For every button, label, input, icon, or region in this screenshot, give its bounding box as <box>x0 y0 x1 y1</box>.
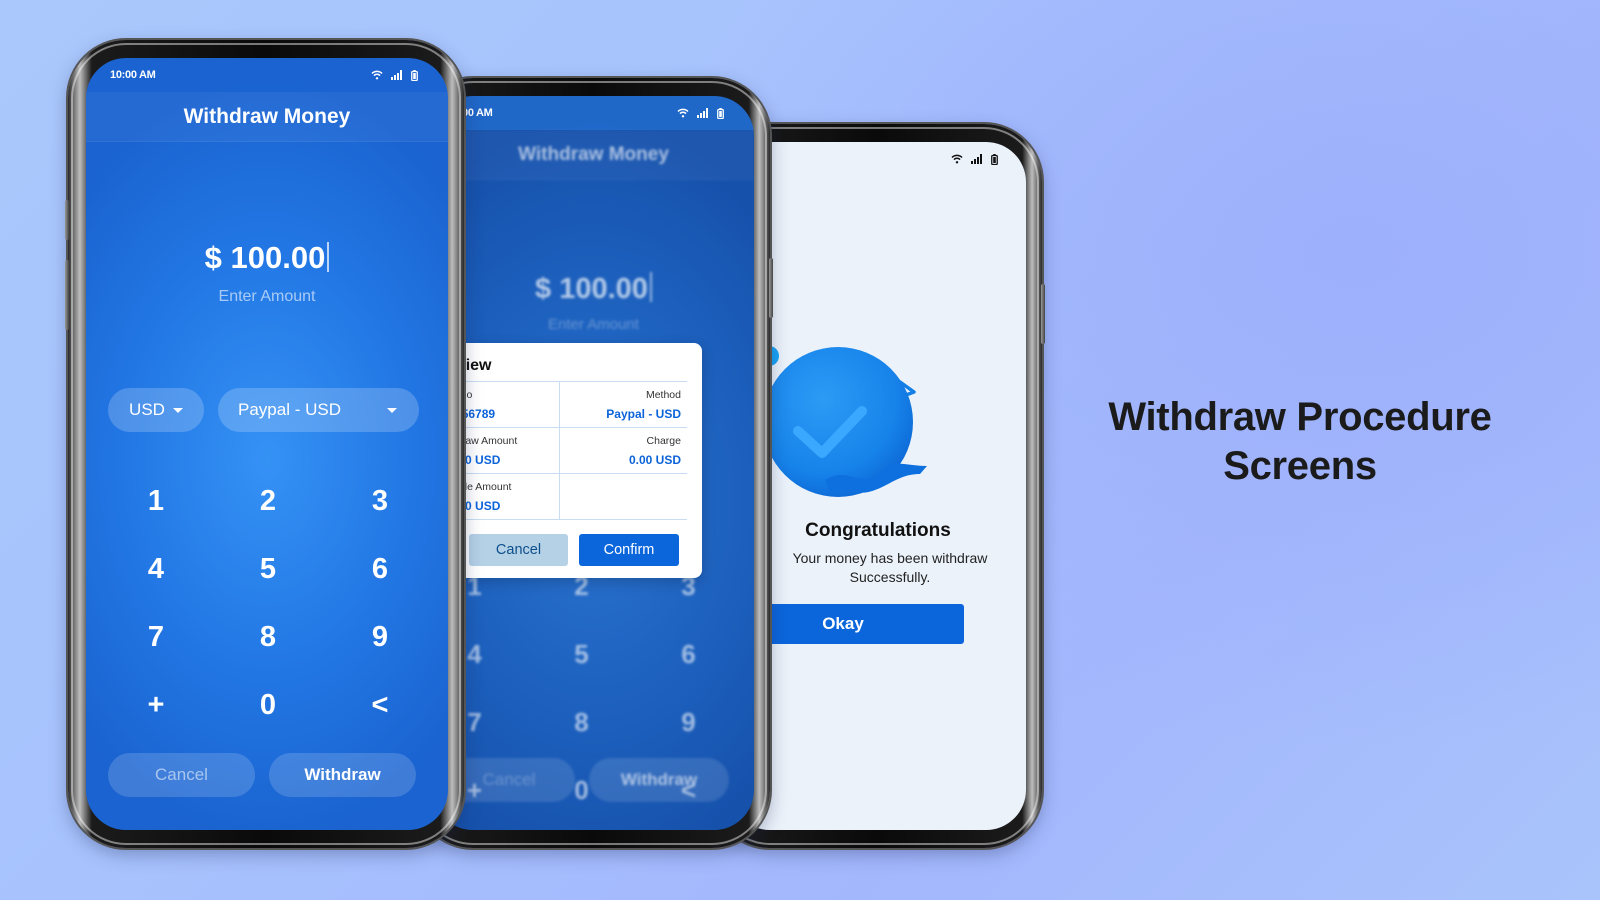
headline: Withdraw Procedure Screens <box>1090 393 1510 491</box>
keypad: 1 2 3 4 5 6 7 8 9 +0 < <box>100 467 436 739</box>
status-bar: 10:00 AM <box>86 58 448 92</box>
side-button <box>769 258 773 318</box>
battery-icon <box>991 153 998 165</box>
preview-dialog: Preview TRX No123456789 MethodPaypal - U… <box>433 343 702 578</box>
status-time: 10:00 AM <box>110 69 156 81</box>
volume-button <box>65 200 69 240</box>
amount-display: $ 100.00 <box>433 272 754 306</box>
preview-row: Withdraw Amount 100.00 USD Charge 0.00 USD <box>433 428 687 474</box>
charge-value: 0.00 USD <box>628 453 681 467</box>
preview-cancel-button[interactable]: Cancel <box>469 534 568 566</box>
page-title: Withdraw Money <box>433 130 754 180</box>
phone-withdraw-screen: 10:00 AM Withdraw Money $ 100.00 Enter A… <box>65 40 464 848</box>
wifi-icon <box>951 154 963 164</box>
keypad-key[interactable]: 9 <box>324 603 436 671</box>
preview-table: TRX No123456789 MethodPaypal - USD Withd… <box>433 381 687 520</box>
keypad-key[interactable]: < <box>324 671 436 739</box>
side-button <box>1041 284 1045 344</box>
signal-icon <box>391 70 402 80</box>
keypad-key[interactable]: 2 <box>212 467 324 535</box>
keypad-key[interactable]: 5 <box>212 535 324 603</box>
headline-line1: Withdraw Procedure <box>1108 395 1492 439</box>
chevron-down-icon <box>387 407 397 413</box>
success-message-line1: Your money has been withdraw <box>792 550 988 566</box>
withdraw-button[interactable]: Withdraw <box>589 758 729 802</box>
success-screen: Congratulations Your money has been with… <box>730 142 1026 830</box>
amount-value: $ 100.00 <box>204 240 326 275</box>
keypad-key[interactable]: 6 <box>635 620 742 688</box>
withdraw-button[interactable]: Withdraw <box>269 753 416 797</box>
battery-icon <box>411 69 418 81</box>
keypad-key[interactable]: 1 <box>100 467 212 535</box>
keypad-key[interactable]: 3 <box>324 467 436 535</box>
keypad-key[interactable]: 5 <box>528 620 635 688</box>
volume-button <box>65 260 69 330</box>
page-title: Withdraw Money <box>86 92 448 142</box>
congrats-title: Congratulations <box>805 520 951 541</box>
cancel-button[interactable]: Cancel <box>108 753 255 797</box>
preview-row: Payable Amount 100.00 USD <box>433 474 687 520</box>
chevron-down-icon <box>172 407 183 413</box>
keypad-key[interactable]: 0 <box>212 671 324 739</box>
amount-label: Enter Amount <box>548 316 639 333</box>
method-label: Method <box>645 389 681 401</box>
charge-cell: Charge 0.00 USD <box>560 428 688 473</box>
success-message-line2: Successfully. <box>849 569 931 585</box>
keypad-key[interactable]: 8 <box>528 688 635 756</box>
keypad-key[interactable]: 8 <box>212 603 324 671</box>
amount-display[interactable]: $ 100.00 <box>86 240 448 276</box>
confirm-button[interactable]: Confirm <box>579 534 679 566</box>
currency-value: USD <box>129 400 165 419</box>
currency-select[interactable]: USD <box>108 388 204 432</box>
preview-screen: 10:00 AM Withdraw Money $ 100.00 Enter A… <box>433 96 754 830</box>
method-select[interactable]: Paypal - USD <box>218 388 419 432</box>
amount-label: Enter Amount <box>218 288 316 305</box>
headline-line2: Screens <box>1223 444 1377 488</box>
preview-row: TRX No123456789 MethodPaypal - USD <box>433 382 687 428</box>
wifi-icon <box>371 70 383 80</box>
empty-cell <box>560 474 688 519</box>
method-cell: Method Paypal - USD <box>560 382 688 427</box>
keypad-key[interactable]: 7 <box>100 603 212 671</box>
text-caret <box>327 242 330 272</box>
keypad-key[interactable]: 9 <box>635 688 742 756</box>
method-value: Paypal - USD <box>606 407 681 421</box>
phone-preview-screen: 10:00 AM Withdraw Money $ 100.00 Enter A… <box>415 78 773 848</box>
success-check-illustration <box>759 346 927 497</box>
signal-icon <box>971 154 982 164</box>
method-value: Paypal - USD <box>238 400 341 419</box>
keypad-key[interactable]: 4 <box>100 535 212 603</box>
keypad-key[interactable]: 6 <box>324 535 436 603</box>
amount-value: $ 100.00 <box>535 273 648 305</box>
charge-label: Charge <box>646 435 681 447</box>
withdraw-screen: 10:00 AM Withdraw Money $ 100.00 Enter A… <box>86 58 448 830</box>
status-bar <box>730 142 1026 176</box>
keypad-key[interactable]: + <box>100 671 212 739</box>
